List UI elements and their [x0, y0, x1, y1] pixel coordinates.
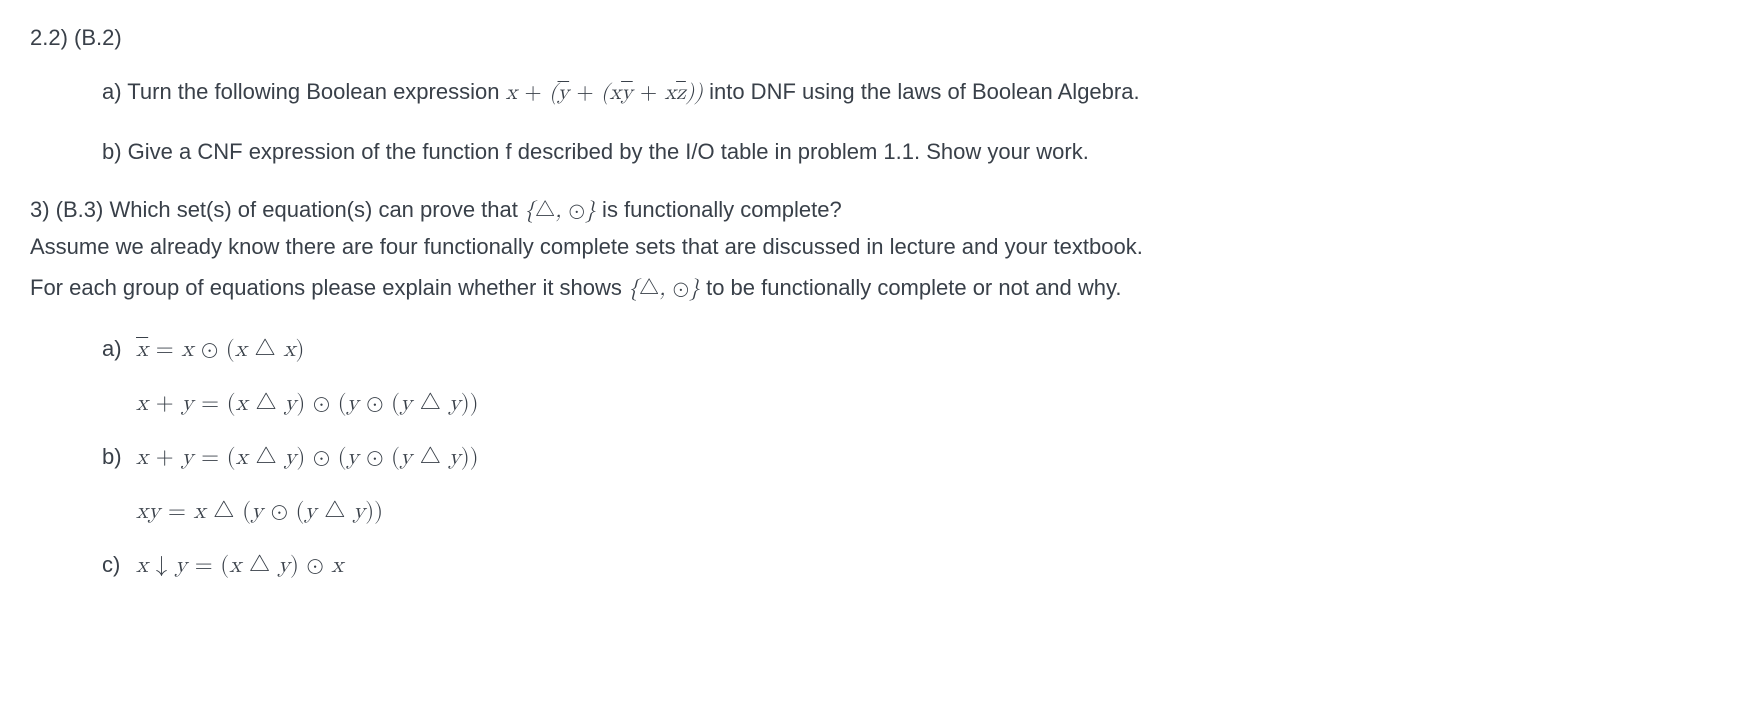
p3-line3-prefix: For each group of equations please expla…: [30, 275, 628, 300]
eqn-b-line1: b)x + y = (x △ y) ⊙ (y ⊙ (y △ y)): [102, 439, 1716, 477]
problem-2-2-b: b) Give a CNF expression of the function…: [102, 134, 1716, 170]
p3-set2: {△, ⊙}: [628, 278, 700, 300]
p3-line3: For each group of equations please expla…: [30, 270, 1716, 307]
eqn-a-line1: a)x = x ⊙ (x △ x): [102, 331, 1716, 369]
eqn-b-label: b): [102, 439, 136, 475]
p3-line2: Assume we already know there are four fu…: [30, 229, 1716, 265]
problem-3-header: 3) (B.3) Which set(s) of equation(s) can…: [30, 192, 1716, 307]
p22a-prefix: a) Turn the following Boolean expression: [102, 79, 506, 104]
eqn-b-l2-math: xy = x △ (y ⊙ (y △ y)): [136, 500, 383, 523]
eqn-a-label: a): [102, 331, 136, 367]
p3-line1-suffix: is functionally complete?: [596, 197, 842, 222]
eqn-b-line2: xy = x △ (y ⊙ (y △ y)): [102, 493, 1716, 531]
eqn-c-line1: c)x ↓ y = (x △ y) ⊙ x: [102, 547, 1716, 585]
eqn-a-line2: x + y = (x △ y) ⊙ (y ⊙ (y △ y)): [102, 385, 1716, 423]
eqn-a-l1-math: x = x ⊙ (x △ x): [136, 338, 304, 361]
eqn-a-l2-math: x + y = (x △ y) ⊙ (y ⊙ (y △ y)): [136, 392, 479, 415]
eqn-c-l1-math: x ↓ y = (x △ y) ⊙ x: [136, 554, 343, 577]
p22a-expression: x + (y + (xy + xz)): [506, 82, 703, 104]
p3-line1-prefix: 3) (B.3) Which set(s) of equation(s) can…: [30, 197, 524, 222]
p3-line1: 3) (B.3) Which set(s) of equation(s) can…: [30, 192, 1716, 229]
p3-line3-suffix: to be functionally complete or not and w…: [700, 275, 1122, 300]
p22a-suffix: into DNF using the laws of Boolean Algeb…: [703, 79, 1140, 104]
problem-2-2-header: 2.2) (B.2): [30, 20, 1716, 56]
p3-set1: {△, ⊙}: [524, 200, 596, 222]
eqn-b-l1-math: x + y = (x △ y) ⊙ (y ⊙ (y △ y)): [136, 446, 479, 469]
eqn-c-label: c): [102, 547, 136, 583]
equation-options: a)x = x ⊙ (x △ x) x + y = (x △ y) ⊙ (y ⊙…: [102, 331, 1716, 585]
problem-2-2-a: a) Turn the following Boolean expression…: [102, 74, 1716, 111]
